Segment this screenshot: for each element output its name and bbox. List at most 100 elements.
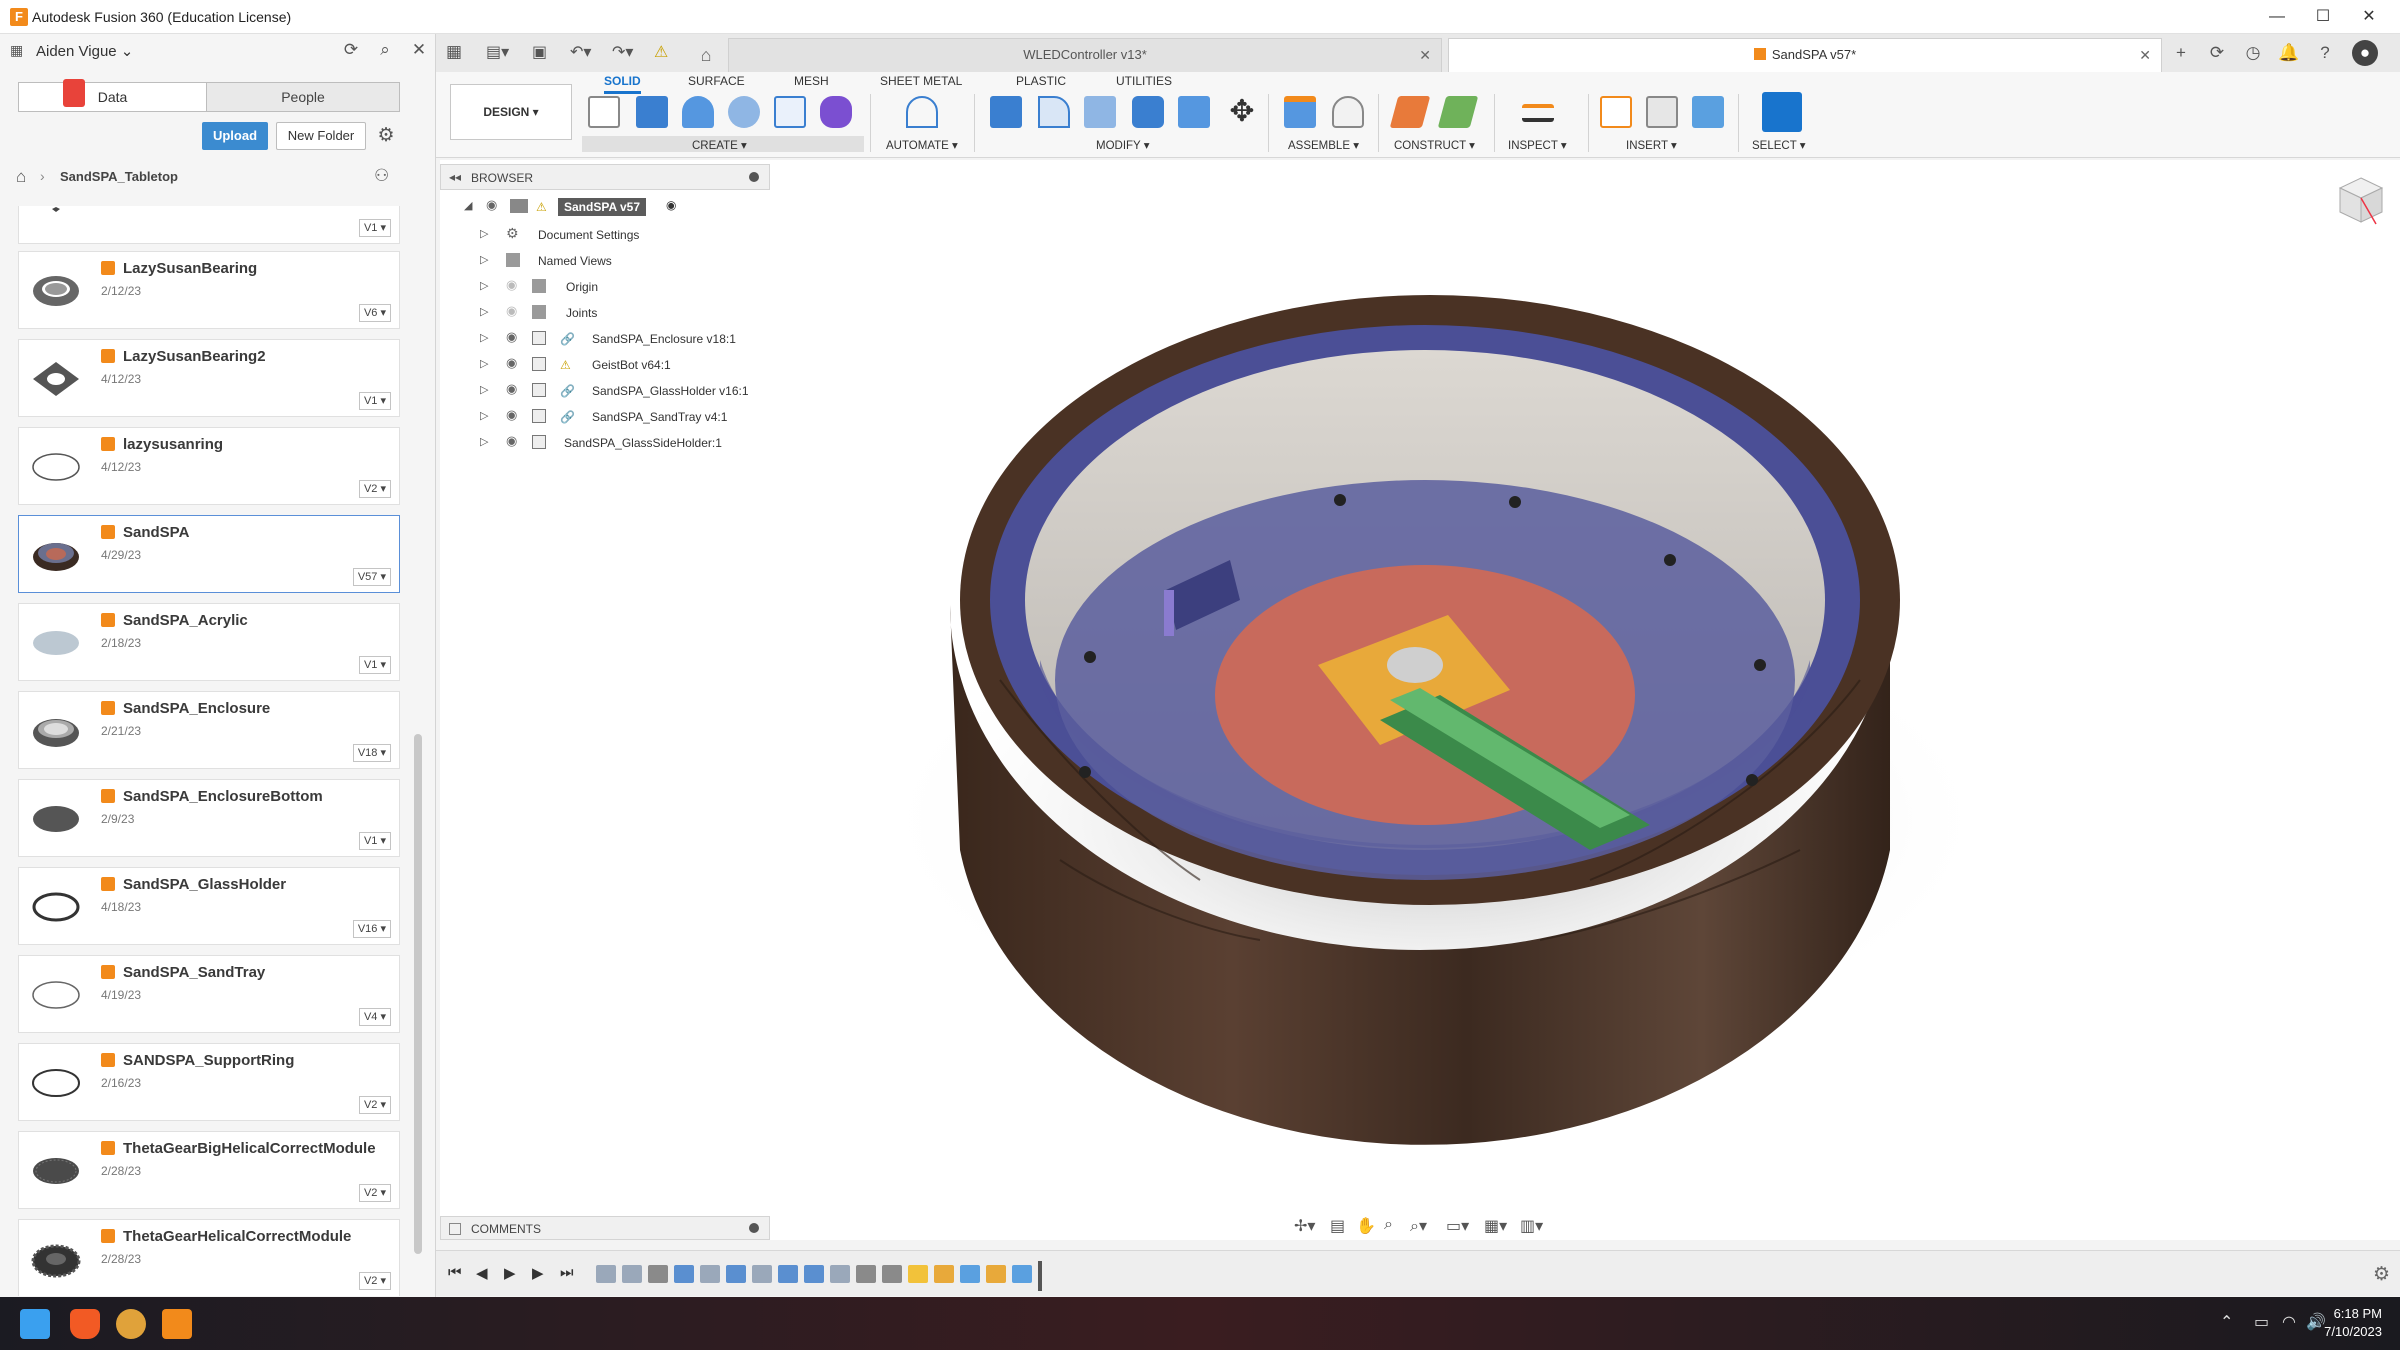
fillet-icon[interactable] (1038, 96, 1070, 128)
step-forward-icon[interactable]: ▶ (532, 1264, 544, 1282)
list-item[interactable]: SandSPA_SandTray 4/19/23 V4 ▾ (18, 955, 400, 1033)
zoom-window-icon[interactable]: ⌕▾ (1410, 1216, 1427, 1236)
pattern-icon[interactable] (774, 96, 806, 128)
tab-surface[interactable]: SURFACE (688, 74, 745, 88)
visibility-eye-icon[interactable]: ◉ (506, 382, 522, 396)
volume-icon[interactable]: 🔊 (2306, 1312, 2326, 1332)
chevron-right-icon[interactable]: ▷ (480, 357, 488, 370)
brave-browser-icon[interactable] (70, 1309, 100, 1339)
tab-data[interactable]: Data (19, 79, 207, 111)
timeline-feature[interactable] (596, 1265, 616, 1283)
browser-panel-header[interactable]: ◂◂ BROWSER (440, 164, 770, 190)
look-at-icon[interactable]: ▤ (1330, 1216, 1345, 1236)
tab-solid[interactable]: SOLID (604, 74, 641, 94)
assemble-menu[interactable]: ASSEMBLE ▾ (1288, 138, 1359, 152)
automate-icon[interactable] (906, 96, 938, 128)
browser-root[interactable]: ◢ ◉ ⚠ SandSPA v57 ◉ (464, 196, 704, 218)
timeline-feature[interactable] (882, 1265, 902, 1283)
visibility-eye-icon[interactable]: ◉ (506, 434, 522, 448)
version-badge[interactable]: V1 ▾ (358, 832, 391, 850)
browser-item-named-views[interactable]: ▷ Named Views (480, 250, 710, 272)
show-hidden-icons-icon[interactable]: ⌃ (2220, 1312, 2233, 1332)
save-icon[interactable]: ▣ (532, 42, 547, 62)
move-icon[interactable]: ✥ (1226, 96, 1258, 128)
chevron-right-icon[interactable]: ▷ (480, 305, 488, 318)
version-badge[interactable]: V57 ▾ (352, 568, 391, 586)
minimize-button[interactable]: — (2254, 0, 2300, 34)
revolve-icon[interactable] (682, 96, 714, 128)
notifications-icon[interactable]: 🔔 (2276, 40, 2302, 66)
3d-viewport[interactable] (440, 160, 2400, 1240)
shell-icon[interactable] (1132, 96, 1164, 128)
gear-icon[interactable]: ⚙ (374, 124, 398, 148)
go-to-end-icon[interactable]: ⏭ (560, 1264, 574, 1281)
timeline-feature[interactable] (1012, 1265, 1032, 1283)
insert-derive-icon[interactable] (1600, 96, 1632, 128)
list-item[interactable]: ThetaGearHelicalCorrectModule 2/28/23 V2… (18, 1219, 400, 1296)
version-badge[interactable]: V2 ▾ (358, 480, 391, 498)
gear-icon[interactable]: ⚙ (2373, 1263, 2390, 1286)
timeline-feature[interactable] (726, 1265, 746, 1283)
tab-sheet-metal[interactable]: SHEET METAL (880, 74, 962, 88)
expand-comments-icon[interactable] (449, 1223, 461, 1235)
version-badge[interactable]: V18 ▾ (352, 744, 391, 762)
timeline-feature[interactable] (986, 1265, 1006, 1283)
timeline-feature[interactable] (674, 1265, 694, 1283)
browser-item-glasssideholder[interactable]: ▷ ◉ SandSPA_GlassSideHolder:1 (480, 432, 750, 454)
list-item-selected[interactable]: SandSPA 4/29/23 V57 ▾ (18, 515, 400, 593)
chevron-right-icon[interactable]: ▷ (480, 253, 488, 266)
list-item[interactable]: SandSPA_Acrylic 2/18/23 V1 ▾ (18, 603, 400, 681)
version-badge[interactable]: V2 ▾ (358, 1272, 391, 1290)
upload-button[interactable]: Upload (202, 122, 268, 150)
tab-people[interactable]: People (207, 83, 399, 111)
visibility-eye-icon[interactable]: ◉ (506, 356, 522, 370)
list-item[interactable]: SandSPA_EnclosureBottom 2/9/23 V1 ▾ (18, 779, 400, 857)
chevron-right-icon[interactable]: ▷ (480, 409, 488, 422)
step-back-icon[interactable]: ◀ (476, 1264, 488, 1282)
timeline-feature[interactable] (752, 1265, 772, 1283)
timeline-marker[interactable] (1038, 1261, 1042, 1291)
viewcube[interactable] (2336, 174, 2386, 228)
version-badge[interactable]: V2 ▾ (358, 1184, 391, 1202)
job-status-icon[interactable]: ◷ (2240, 40, 2266, 66)
breadcrumb-project[interactable]: SandSPA_Tabletop (60, 169, 178, 184)
version-badge[interactable]: V2 ▾ (358, 1096, 391, 1114)
tab-plastic[interactable]: PLASTIC (1016, 74, 1066, 88)
timeline-feature[interactable] (622, 1265, 642, 1283)
orbit-icon[interactable]: ✢▾ (1294, 1216, 1315, 1236)
warning-icon[interactable]: ⚠ (654, 42, 668, 62)
version-badge[interactable]: V16 ▾ (352, 920, 391, 938)
go-to-start-icon[interactable]: ⏮ (448, 1264, 462, 1281)
system-clock[interactable]: 6:18 PM 7/10/2023 (2324, 1305, 2382, 1341)
visibility-eye-icon[interactable]: ◉ (506, 278, 522, 292)
list-item[interactable]: SandSPA_GlassHolder 4/18/23 V16 ▾ (18, 867, 400, 945)
browser-item-joints[interactable]: ▷ ◉ Joints (480, 302, 710, 324)
browser-item-document-settings[interactable]: ▷ ⚙ Document Settings (480, 224, 710, 246)
panel-pin-icon[interactable] (749, 172, 759, 182)
file-menu-icon[interactable]: ▤▾ (486, 42, 509, 62)
list-item[interactable]: V1 ▾ (18, 206, 400, 244)
automate-menu[interactable]: AUTOMATE ▾ (886, 138, 958, 152)
apps-grid-icon[interactable]: ▦ (446, 42, 462, 62)
avatar[interactable]: ● (2352, 40, 2378, 66)
construct-menu[interactable]: CONSTRUCT ▾ (1394, 138, 1475, 152)
file-list-scrollbar[interactable] (414, 734, 422, 1254)
modify-menu[interactable]: MODIFY ▾ (1096, 138, 1149, 152)
list-item[interactable]: lazysusanring 4/12/23 V2 ▾ (18, 427, 400, 505)
undo-icon[interactable]: ↶▾ (570, 42, 591, 62)
browser-item-sandtray[interactable]: ▷ ◉ 🔗 SandSPA_SandTray v4:1 (480, 406, 750, 428)
close-window-button[interactable]: ✕ (2346, 0, 2392, 34)
press-pull-icon[interactable] (990, 96, 1022, 128)
create-menu[interactable]: CREATE ▾ (692, 138, 747, 152)
select-icon[interactable] (1762, 92, 1802, 132)
version-badge[interactable]: V1 ▾ (358, 392, 391, 410)
pinned-app-icon[interactable] (116, 1309, 146, 1339)
tab-sandspa[interactable]: SandSPA v57* ✕ (1448, 38, 2162, 72)
form-icon[interactable] (820, 96, 852, 128)
chamfer-icon[interactable] (1084, 96, 1116, 128)
user-name-dropdown[interactable]: Aiden Vigue ⌄ (36, 42, 133, 60)
maximize-button[interactable]: ☐ (2300, 0, 2346, 34)
chevron-right-icon[interactable]: ▷ (480, 435, 488, 448)
redo-icon[interactable]: ↷▾ (612, 42, 633, 62)
measure-icon[interactable] (1522, 104, 1554, 122)
